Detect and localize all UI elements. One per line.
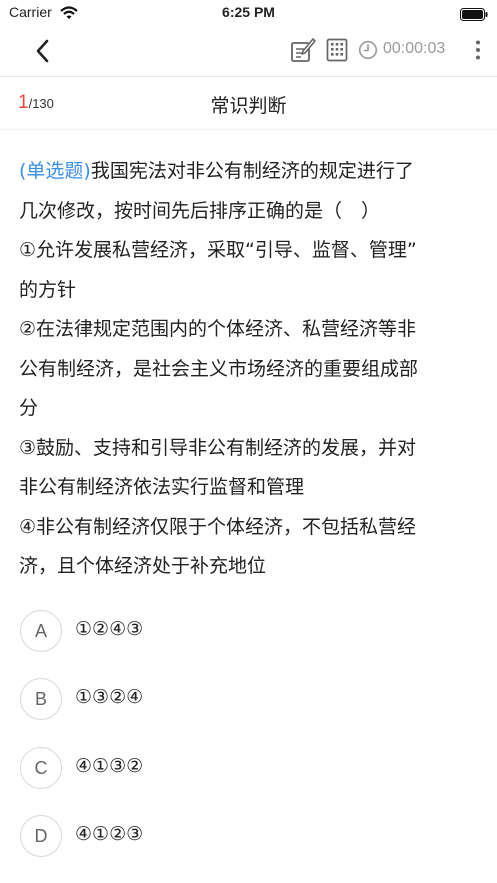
answer-sheet-button[interactable] [325,38,349,62]
option-b[interactable]: B ①③②④ [20,678,460,720]
question-line: 分 [19,397,39,419]
option-letter-badge: A [20,610,62,652]
question-header: 1/130 常识判断 [0,77,497,130]
option-d[interactable]: D ④①②③ [20,815,460,857]
question-line: ②在法律规定范围内的个体经济、私营经济等非 [19,318,417,340]
question-line: ③鼓励、支持和引导非公有制经济的发展，并对 [19,436,417,459]
question-line: 济，且个体经济处于补充地位 [19,555,267,577]
question-line: 公有制经济，是社会主义市场经济的重要组成部 [19,357,419,380]
option-c[interactable]: C ④①③② [20,747,460,789]
option-text: ①②④③ [75,618,144,640]
question-line: ④非公有制经济仅限于个体经济，不包括私营经 [19,515,417,538]
battery-icon [460,6,488,25]
elapsed-timer: 00:00:03 [383,40,446,57]
question-line: 的方针 [19,278,77,301]
notes-button[interactable] [289,36,317,64]
option-text: ①③②④ [75,686,144,708]
section-title: 常识判断 [210,95,287,117]
clock-icon [358,40,378,64]
navigation-bar: 00:00:03 [0,26,497,77]
notes-icon [291,38,316,62]
exam-question-screen: Carrier 6:25 PM 00:00:03 1/130 常识判断 (单选题… [0,0,497,883]
back-arrow-icon [36,39,49,63]
option-text: ④①②③ [75,823,144,845]
option-letter-badge: B [20,678,62,720]
question-text: 我国宪法对非公有制经济的规定进行了 [90,160,414,182]
more-button[interactable] [466,38,490,62]
status-time: 6:25 PM [222,4,275,20]
question-line: (单选题)我国宪法对非公有制经济的规定进行了 [19,152,479,192]
question-stem: (单选题)我国宪法对非公有制经济的规定进行了 几次修改，按时间先后排序正确的是（… [19,152,479,587]
option-text: ④①③② [75,755,144,777]
question-line: 几次修改，按时间先后排序正确的是（ ） [19,199,381,222]
question-line: ①允许发展私营经济，采取“引导、监督、管理” [19,239,417,261]
status-bar: Carrier 6:25 PM [0,0,497,26]
option-a[interactable]: A ①②④③ [20,610,460,652]
answer-sheet-icon [326,38,348,62]
option-letter-badge: D [20,815,62,857]
back-button[interactable] [28,35,60,67]
option-letter-badge: C [20,747,62,789]
question-line: 非公有制经济依法实行监督和管理 [19,476,305,498]
question-type-label: (单选题) [19,160,91,182]
more-icon [476,40,480,60]
